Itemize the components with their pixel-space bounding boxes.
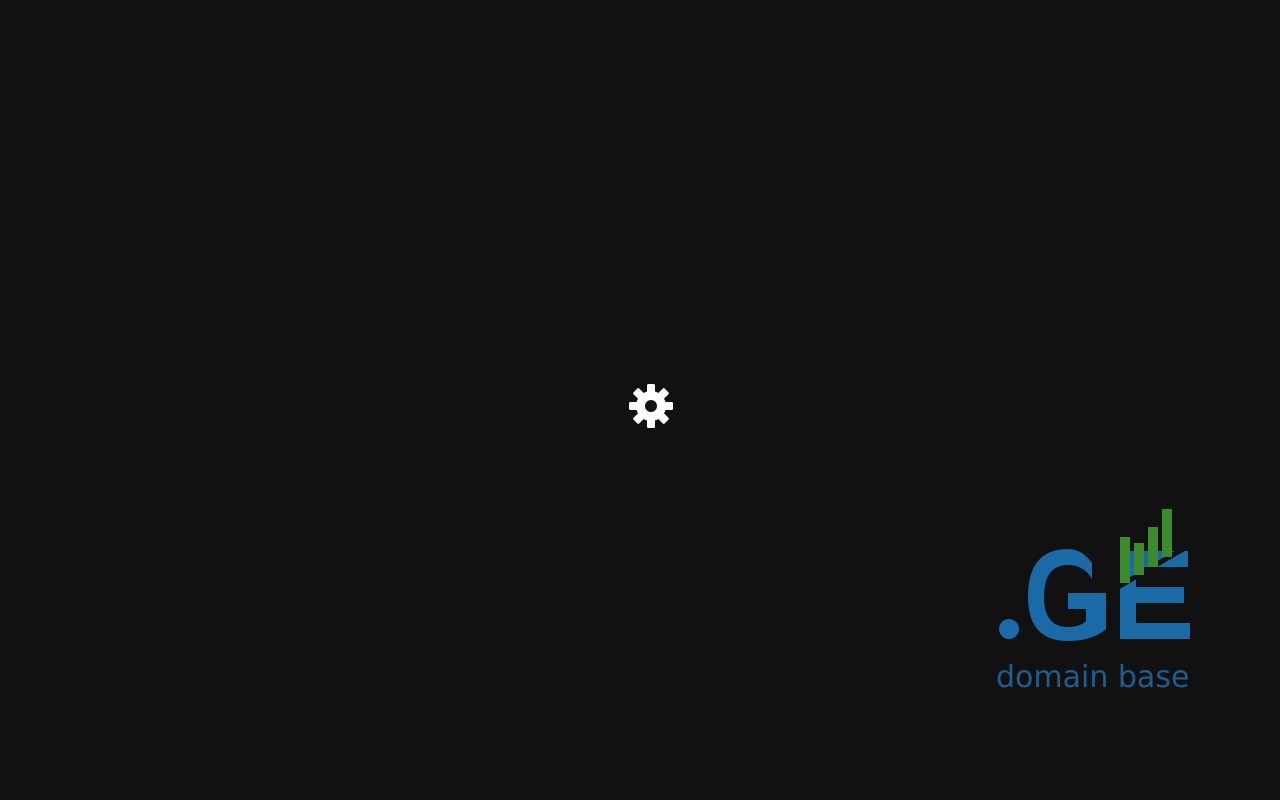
- gear-icon: [629, 384, 673, 428]
- logo-mark: [994, 505, 1194, 645]
- logo-tagline: domain base: [996, 660, 1190, 695]
- brand-logo: domain base: [994, 505, 1194, 700]
- loading-spinner: [627, 382, 675, 430]
- loading-screen: domain base: [0, 0, 1280, 800]
